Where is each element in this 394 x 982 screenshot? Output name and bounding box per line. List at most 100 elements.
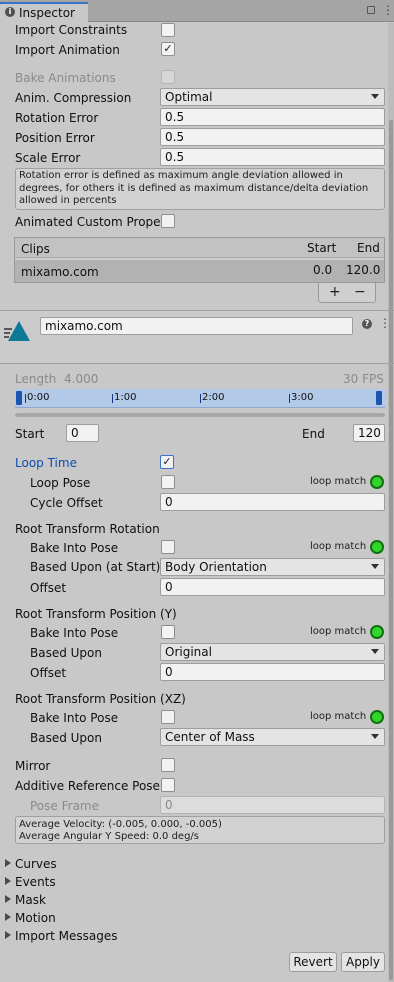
timeline-start-marker[interactable]	[16, 391, 22, 405]
chevron-down-icon	[371, 94, 379, 99]
foldout-label: Events	[15, 875, 56, 889]
loop-pose-checkbox[interactable]	[161, 475, 175, 489]
import-constraints-checkbox[interactable]	[161, 23, 175, 37]
help-text: Rotation error is defined as maximum ang…	[19, 170, 369, 206]
timeline-tick-label: 2:00	[202, 392, 225, 403]
anim-compression-dropdown[interactable]: Optimal	[160, 88, 385, 106]
chevron-down-icon	[371, 734, 379, 739]
average-velocity-text: Average Velocity: (-0.005, 0.000, -0.005…	[19, 819, 222, 830]
lock-icon[interactable]	[367, 6, 375, 14]
menu-icon[interactable]: ⋮	[382, 3, 394, 17]
timeline-end-marker[interactable]	[376, 391, 382, 405]
foldout-curves[interactable]: Curves	[0, 855, 380, 873]
posy-loop-match-indicator	[370, 625, 384, 639]
timeline-tick-label: 3:00	[291, 392, 314, 403]
loop-match-label: loop match	[310, 476, 367, 487]
clip-header: mixamo.com ? ⋮	[0, 311, 391, 363]
apply-button[interactable]: Apply	[341, 952, 385, 972]
position-error-label: Position Error	[15, 131, 95, 145]
bake-animations-checkbox	[161, 70, 175, 84]
chevron-down-icon	[371, 649, 379, 654]
timeline-scrubber[interactable]	[15, 413, 385, 417]
tab-bar: i Inspector ⋮	[0, 0, 394, 22]
posy-loop-match-label: loop match	[310, 626, 367, 637]
rot-bake-checkbox[interactable]	[161, 540, 175, 554]
rotation-error-input[interactable]: 0.5	[160, 108, 385, 126]
rot-offset-input[interactable]: 0	[160, 578, 385, 596]
clip-row-name: mixamo.com	[21, 265, 99, 279]
rot-bake-label: Bake Into Pose	[30, 541, 119, 555]
animation-clip-icon	[4, 321, 30, 341]
clips-col-end: End	[357, 241, 380, 255]
clip-row-end: 120.0	[346, 263, 381, 277]
clips-header-label: Clips	[21, 242, 50, 256]
foldout-label: Import Messages	[15, 929, 118, 943]
posy-based-dropdown[interactable]: Original	[160, 643, 385, 661]
clips-list-footer: + −	[318, 283, 376, 303]
scrollbar-thumb[interactable]	[389, 120, 393, 980]
custom-props-checkbox[interactable]	[161, 214, 175, 228]
remove-clip-button[interactable]: −	[354, 283, 366, 301]
rotation-error-label: Rotation Error	[15, 111, 99, 125]
caret-right-icon	[5, 877, 11, 885]
additive-pose-checkbox[interactable]	[161, 778, 175, 792]
mirror-checkbox[interactable]	[161, 758, 175, 772]
timeline-tick-label: 0:00	[27, 392, 50, 403]
posxz-bake-checkbox[interactable]	[161, 710, 175, 724]
start-label: Start	[15, 427, 45, 441]
foldout-mask[interactable]: Mask	[0, 891, 380, 909]
help-icon[interactable]: ?	[362, 319, 372, 329]
posy-bake-checkbox[interactable]	[161, 625, 175, 639]
foldout-import-messages[interactable]: Import Messages	[0, 927, 380, 945]
loop-time-checkbox[interactable]: ✓	[160, 455, 174, 469]
loop-time-label: Loop Time	[15, 456, 77, 470]
foldout-label: Curves	[15, 857, 57, 871]
settings-menu-icon[interactable]: ⋮	[379, 316, 391, 330]
clips-col-start: Start	[307, 241, 337, 255]
tab-inspector[interactable]: i Inspector	[0, 2, 88, 22]
foldout-events[interactable]: Events	[0, 873, 380, 891]
posy-offset-input[interactable]: 0	[160, 663, 385, 681]
posy-based-value: Original	[165, 645, 212, 659]
pose-frame-label: Pose Frame	[30, 799, 99, 813]
posxz-based-value: Center of Mass	[165, 730, 255, 744]
divider	[0, 363, 394, 364]
chevron-down-icon	[371, 564, 379, 569]
clip-name-input[interactable]: mixamo.com	[40, 317, 353, 335]
foldout-label: Motion	[15, 911, 56, 925]
add-clip-button[interactable]: +	[329, 283, 341, 301]
rot-based-label: Based Upon (at Start)	[30, 560, 161, 574]
rot-loop-match-label: loop match	[310, 541, 367, 552]
import-constraints-label: Import Constraints	[15, 23, 128, 37]
bake-animations-label: Bake Animations	[15, 71, 116, 85]
import-animation-label: Import Animation	[15, 43, 120, 57]
foldout-motion[interactable]: Motion	[0, 909, 380, 927]
average-angular-speed-text: Average Angular Y Speed: 0.0 deg/s	[19, 831, 199, 842]
length-label: Length	[15, 372, 57, 386]
rot-based-dropdown[interactable]: Body Orientation	[160, 558, 385, 576]
loop-pose-label: Loop Pose	[30, 476, 91, 490]
help-box: Rotation error is defined as maximum ang…	[15, 168, 385, 210]
root-position-y-header: Root Transform Position (Y)	[15, 607, 177, 621]
additive-pose-label: Additive Reference Pose	[15, 779, 160, 793]
root-rotation-header: Root Transform Rotation	[15, 522, 160, 536]
custom-props-label: Animated Custom Propert	[15, 215, 171, 229]
pose-frame-input: 0	[160, 796, 385, 814]
clip-row-start: 0.0	[313, 263, 333, 277]
end-frame-input[interactable]: 120	[353, 424, 385, 442]
revert-button[interactable]: Revert	[289, 952, 337, 972]
posxz-based-dropdown[interactable]: Center of Mass	[160, 728, 385, 746]
tab-title: Inspector	[19, 6, 75, 20]
position-error-input[interactable]: 0.5	[160, 128, 385, 146]
length-value: 4.000	[64, 372, 99, 386]
scale-error-input[interactable]: 0.5	[160, 148, 385, 166]
cycle-offset-input[interactable]: 0	[160, 493, 385, 511]
end-label: End	[302, 427, 325, 441]
clip-row[interactable]: mixamo.com 0.0 120.0	[15, 260, 384, 282]
mirror-label: Mirror	[15, 759, 51, 773]
fps-value: 30 FPS	[343, 372, 384, 386]
posxz-loop-match-label: loop match	[310, 711, 367, 722]
import-animation-checkbox[interactable]: ✓	[161, 42, 175, 56]
start-frame-input[interactable]: 0	[66, 424, 99, 442]
caret-right-icon	[5, 859, 11, 867]
